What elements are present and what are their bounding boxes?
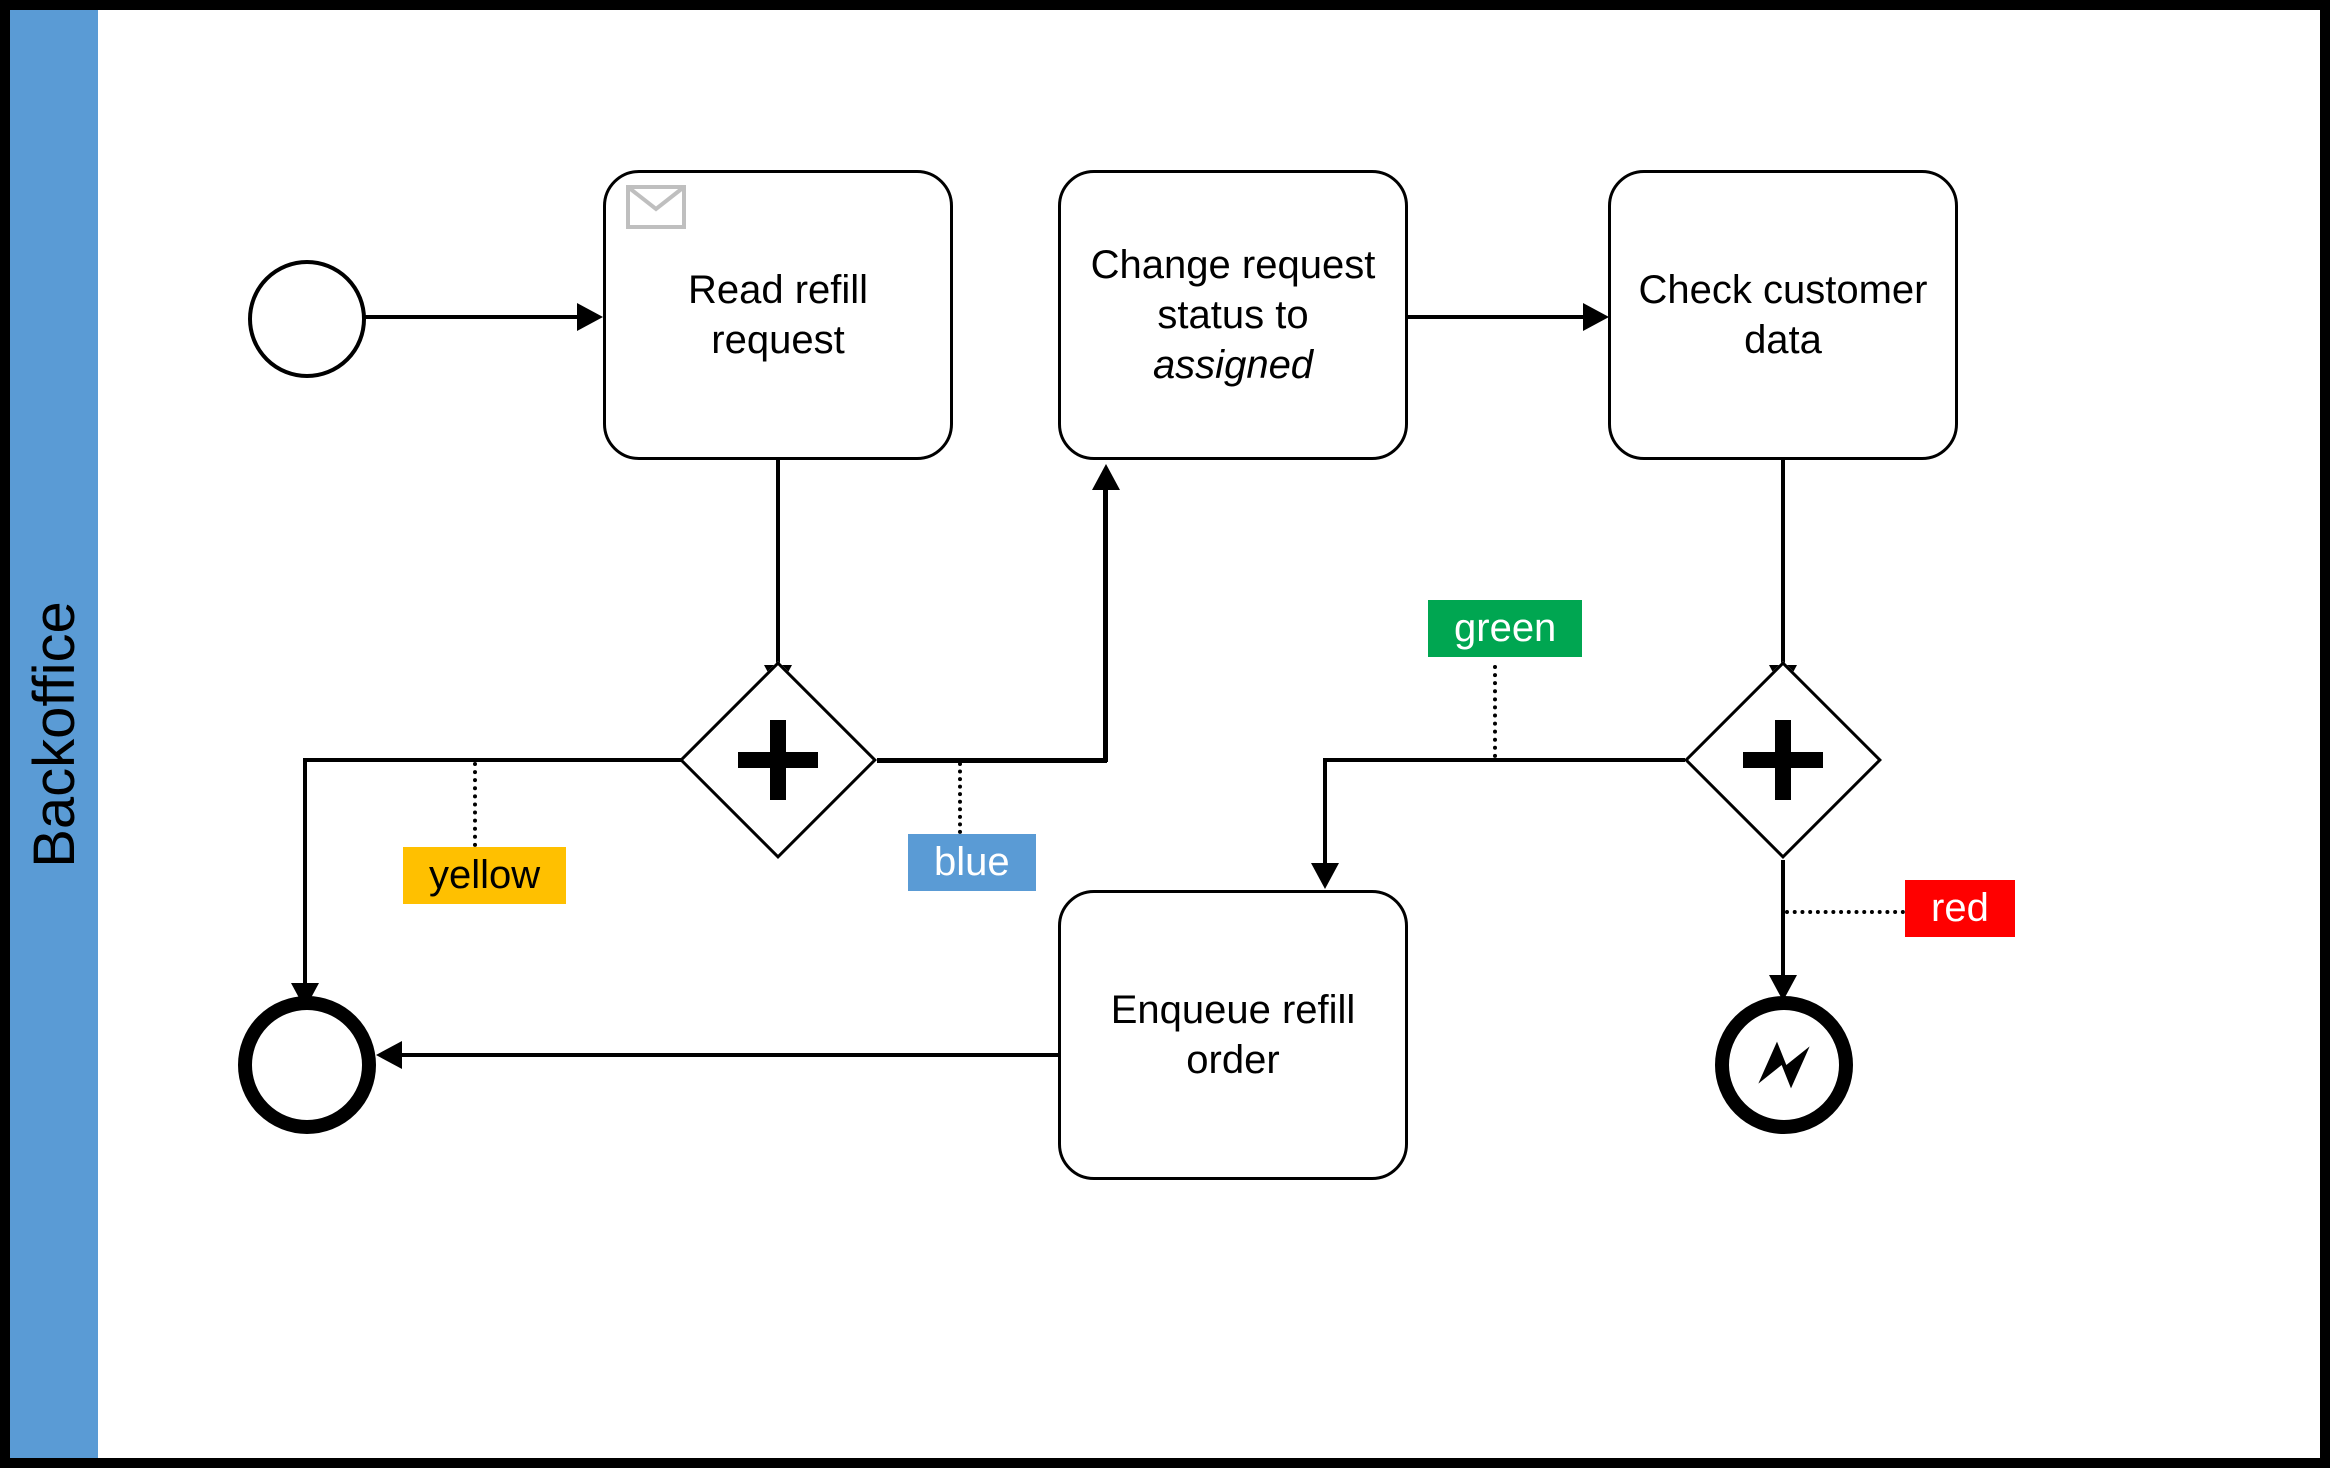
task-enqueue: Enqueue refill order xyxy=(1058,890,1408,1180)
arrowhead xyxy=(577,303,603,331)
task-label-line: status to xyxy=(1157,290,1308,340)
arrowhead xyxy=(376,1041,402,1069)
annotation-leader xyxy=(1493,665,1497,758)
envelope-icon xyxy=(626,185,686,229)
diagram-frame: Backoffice Read refill request xyxy=(0,0,2330,1468)
flow-start-to-t1 xyxy=(362,315,577,319)
flow-g1-to-end xyxy=(303,758,681,762)
plus-icon xyxy=(1733,710,1833,810)
arrowhead xyxy=(1311,863,1339,889)
tag-green: green xyxy=(1428,600,1582,657)
flow-t1-to-g1 xyxy=(776,460,780,665)
arrowhead xyxy=(1583,303,1609,331)
gateway-parallel-1 xyxy=(708,690,848,830)
task-label-line: Read refill xyxy=(688,265,868,315)
flow-t3-to-g2 xyxy=(1781,460,1785,665)
flow-g1-to-t2 xyxy=(1103,490,1108,762)
task-check-customer: Check customer data xyxy=(1608,170,1958,460)
task-read-refill: Read refill request xyxy=(603,170,953,460)
start-event xyxy=(248,260,366,378)
tag-red: red xyxy=(1905,880,2015,937)
task-label-line: Check customer xyxy=(1639,265,1928,315)
task-label-line: Enqueue refill xyxy=(1111,985,1356,1035)
arrowhead xyxy=(1092,464,1120,490)
gateway-parallel-2 xyxy=(1713,690,1853,830)
task-label-line: assigned xyxy=(1153,340,1313,390)
flow-g1-to-end xyxy=(303,758,307,983)
plus-icon xyxy=(728,710,828,810)
flow-t2-to-t3 xyxy=(1408,315,1583,319)
task-label-line: Change request xyxy=(1091,240,1376,290)
flow-g1-to-t2 xyxy=(877,758,1107,763)
diagram-canvas: Read refill request yellow xyxy=(98,10,2320,1458)
tag-yellow: yellow xyxy=(403,847,566,904)
flow-g2-to-t4 xyxy=(1323,758,1327,863)
annotation-leader xyxy=(1785,910,1905,914)
task-label-line: request xyxy=(711,315,844,365)
error-end-event xyxy=(1715,996,1853,1134)
error-bolt-icon xyxy=(1749,1030,1819,1100)
flow-g2-to-err xyxy=(1781,860,1785,975)
task-label-line: data xyxy=(1744,315,1822,365)
annotation-leader xyxy=(473,762,477,847)
annotation-leader xyxy=(958,762,962,834)
lane-title-text: Backoffice xyxy=(21,601,88,868)
lane-title-bar: Backoffice xyxy=(10,10,98,1458)
tag-blue: blue xyxy=(908,834,1036,891)
flow-g2-to-t4 xyxy=(1323,758,1685,762)
task-change-status: Change request status to assigned xyxy=(1058,170,1408,460)
flow-t4-to-end xyxy=(402,1053,1058,1057)
end-event xyxy=(238,996,376,1134)
task-label-line: order xyxy=(1186,1035,1279,1085)
